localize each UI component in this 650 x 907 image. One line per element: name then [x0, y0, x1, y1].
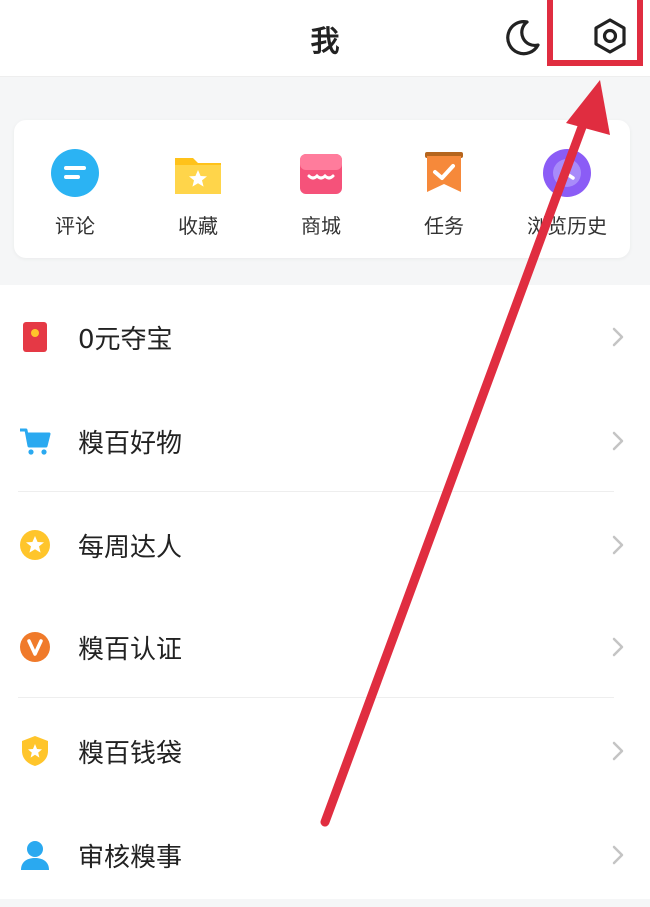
- shield-star-icon: [22, 736, 48, 766]
- quick-action-label: 浏览历史: [527, 214, 607, 238]
- menu-item-label: 0元夺宝: [78, 325, 173, 355]
- quick-action-label: 商城: [301, 214, 341, 238]
- verified-v-icon: [20, 632, 50, 662]
- menu-item-review[interactable]: 审核糗事: [0, 803, 650, 907]
- comment-icon: [51, 149, 99, 197]
- menu-item-label: 糗百钱袋: [78, 739, 183, 769]
- menu-item-label: 糗百好物: [78, 429, 183, 459]
- menu-item-goods[interactable]: 糗百好物: [0, 389, 650, 493]
- moon-icon[interactable]: [500, 15, 544, 59]
- quick-action-label: 任务: [424, 214, 464, 238]
- menu-item-label: 每周达人: [78, 533, 183, 563]
- chevron-right-icon: [612, 327, 624, 347]
- chevron-right-icon: [612, 741, 624, 761]
- menu-list: 0元夺宝 糗百好物 每周达人 糗百认证 糗百钱袋 审核糗事: [0, 285, 650, 899]
- task-badge-icon: [425, 152, 463, 192]
- chevron-right-icon: [612, 637, 624, 657]
- quick-action-tasks[interactable]: 任务: [389, 146, 499, 239]
- quick-action-history[interactable]: 浏览历史: [512, 146, 622, 239]
- star-badge-icon: [20, 530, 50, 560]
- menu-item-certification[interactable]: 糗百认证: [0, 595, 650, 699]
- quick-action-store[interactable]: 商城: [266, 146, 376, 239]
- store-icon: [300, 154, 342, 194]
- menu-item-treasure[interactable]: 0元夺宝: [0, 285, 650, 389]
- menu-item-weekly-star[interactable]: 每周达人: [0, 493, 650, 597]
- chevron-right-icon: [612, 845, 624, 865]
- quick-action-label: 评论: [55, 214, 95, 238]
- history-icon: [543, 149, 591, 197]
- folder-star-icon: [175, 158, 221, 194]
- chevron-right-icon: [612, 431, 624, 451]
- highlight-box: [547, 0, 643, 66]
- quick-actions-card: 评论 收藏 商城 任务 浏览历史: [14, 120, 630, 258]
- cart-icon: [20, 428, 51, 455]
- quick-action-comment[interactable]: 评论: [20, 146, 130, 239]
- menu-item-label: 审核糗事: [78, 843, 183, 873]
- quick-action-favorites[interactable]: 收藏: [143, 146, 253, 239]
- menu-item-label: 糗百认证: [78, 635, 183, 665]
- red-envelope-icon: [23, 322, 47, 352]
- user-icon: [21, 841, 49, 870]
- chevron-right-icon: [612, 535, 624, 555]
- quick-action-label: 收藏: [178, 214, 218, 238]
- divider: [18, 491, 614, 492]
- divider: [18, 697, 614, 698]
- menu-item-wallet[interactable]: 糗百钱袋: [0, 699, 650, 803]
